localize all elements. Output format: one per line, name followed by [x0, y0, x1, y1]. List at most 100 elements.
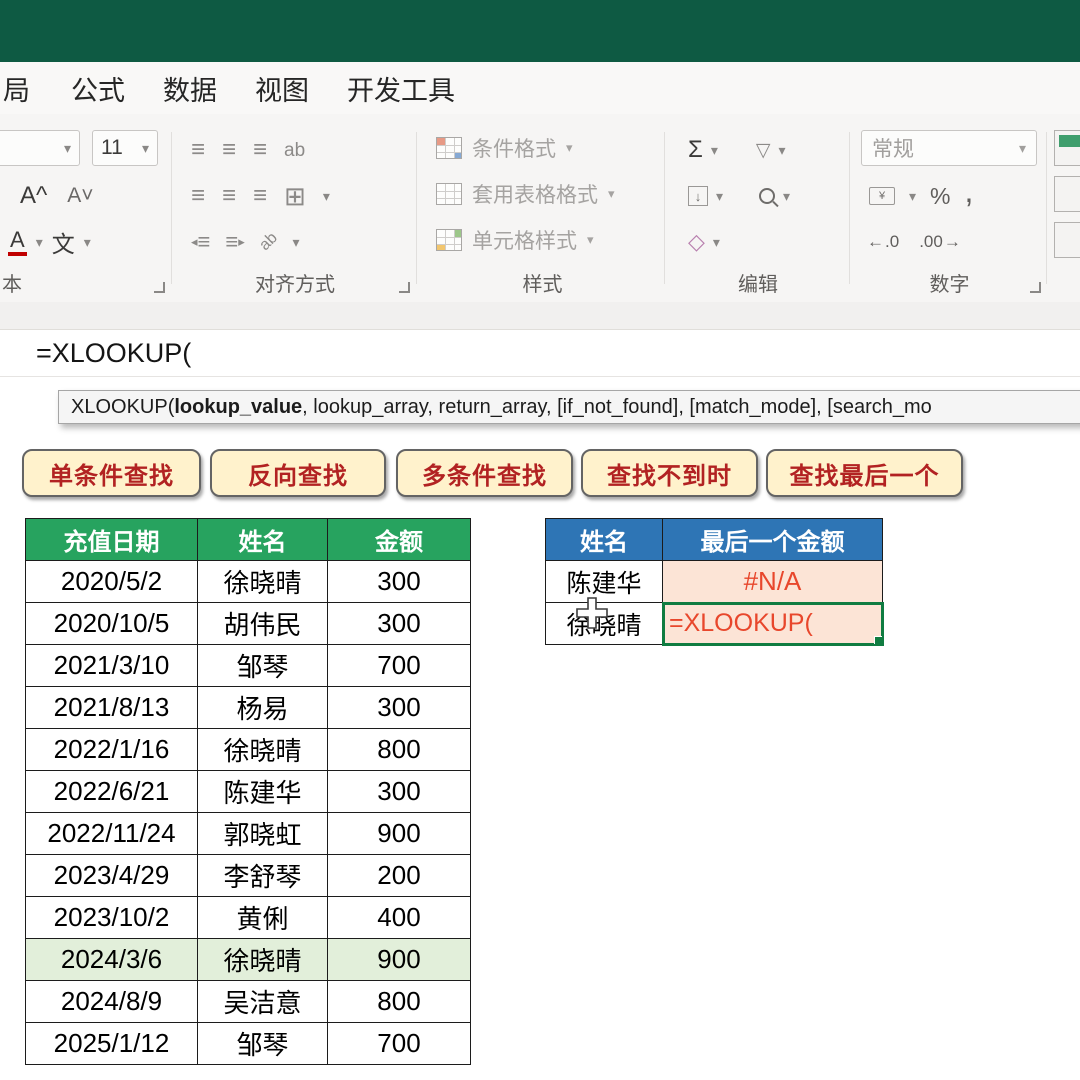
- cell-name[interactable]: 黄俐: [197, 896, 328, 939]
- cell-date[interactable]: 2025/1/12: [25, 1022, 198, 1065]
- clear-icon[interactable]: ◇: [688, 229, 705, 255]
- number-format-dropdown[interactable]: 常规 ▾: [861, 130, 1037, 166]
- button-reverse-lookup[interactable]: 反向查找: [210, 449, 386, 497]
- header-last-amount[interactable]: 最后一个金额: [662, 518, 883, 561]
- fill-down-icon[interactable]: ↓: [688, 186, 708, 206]
- font-size-dropdown[interactable]: 11 ▾: [92, 130, 158, 166]
- cell-date[interactable]: 2020/10/5: [25, 602, 198, 645]
- cell-formula-editing[interactable]: =XLOOKUP(: [661, 601, 884, 646]
- increase-font-size-icon[interactable]: A^: [20, 182, 47, 210]
- cell-date[interactable]: 2022/11/24: [25, 812, 198, 855]
- cell-name[interactable]: 陈建华: [545, 560, 663, 603]
- conditional-formatting-button[interactable]: 条件格式: [472, 133, 556, 163]
- cell-date[interactable]: 2022/1/16: [25, 728, 198, 771]
- align-middle-icon[interactable]: ≡: [222, 138, 236, 162]
- cell-name[interactable]: 郭晓虹: [197, 812, 328, 855]
- cell-amount[interactable]: 800: [327, 980, 471, 1023]
- chevron-down-icon: ▾: [1018, 140, 1026, 156]
- header-recharge-date[interactable]: 充值日期: [25, 518, 198, 561]
- header-amount[interactable]: 金额: [327, 518, 471, 561]
- tab-formulas[interactable]: 公式: [52, 69, 144, 108]
- insert-cells-icon[interactable]: [1054, 130, 1080, 166]
- table-row: 2023/4/29 李舒琴 200: [25, 854, 471, 897]
- cell-amount[interactable]: 800: [327, 728, 471, 771]
- cell-name[interactable]: 吴洁意: [197, 980, 328, 1023]
- cell-name[interactable]: 陈建华: [197, 770, 328, 813]
- cell-name[interactable]: 邹琴: [197, 644, 328, 687]
- cell-name[interactable]: 徐晓晴: [197, 938, 328, 981]
- format-as-table-button[interactable]: 套用表格格式: [472, 179, 598, 209]
- cell-date[interactable]: 2023/4/29: [25, 854, 198, 897]
- cell-name[interactable]: 徐晓晴: [197, 728, 328, 771]
- align-top-icon[interactable]: ≡: [191, 138, 205, 162]
- cell-date[interactable]: 2021/3/10: [25, 644, 198, 687]
- cell-amount[interactable]: 700: [327, 644, 471, 687]
- cell-name[interactable]: 杨易: [197, 686, 328, 729]
- autosum-icon[interactable]: Σ: [688, 136, 703, 164]
- comma-style-icon[interactable]: ,: [964, 175, 973, 207]
- accounting-format-icon[interactable]: ¥: [869, 187, 895, 205]
- percent-style-icon[interactable]: %: [930, 183, 950, 210]
- cell-name[interactable]: 徐晓晴: [197, 560, 328, 603]
- text-orientation-icon[interactable]: ab: [256, 229, 281, 254]
- cell-styles-button[interactable]: 单元格样式: [472, 225, 577, 255]
- cell-date[interactable]: 2022/6/21: [25, 770, 198, 813]
- align-left-icon[interactable]: ≡: [191, 184, 205, 208]
- button-find-last-one[interactable]: 查找最后一个: [766, 449, 963, 497]
- window-titlebar: [0, 0, 1080, 62]
- formula-bar[interactable]: =XLOOKUP(: [0, 330, 1080, 377]
- formula-bar-value[interactable]: =XLOOKUP(: [36, 338, 191, 369]
- ribbon-tab-row: 局 公式 数据 视图 开发工具: [0, 62, 1080, 114]
- align-bottom-icon[interactable]: ≡: [253, 138, 267, 162]
- sort-filter-icon[interactable]: ▽: [756, 139, 771, 162]
- decrease-decimal-icon[interactable]: .00 →: [919, 232, 961, 252]
- align-right-icon[interactable]: ≡: [253, 184, 267, 208]
- header-name[interactable]: 姓名: [197, 518, 328, 561]
- increase-indent-icon[interactable]: ≡ ▸: [225, 229, 244, 255]
- number-dialog-launcher-icon[interactable]: [1030, 282, 1041, 293]
- chevron-down-icon: ▾: [63, 140, 71, 156]
- increase-decimal-icon[interactable]: ← .0: [867, 232, 899, 252]
- decrease-indent-icon[interactable]: ◂ ≡: [191, 229, 210, 255]
- wrap-text-icon[interactable]: ab: [284, 141, 305, 160]
- cell-amount[interactable]: 900: [327, 938, 471, 981]
- cell-date[interactable]: 2020/5/2: [25, 560, 198, 603]
- font-name-dropdown[interactable]: ▾: [0, 130, 80, 166]
- tab-developer[interactable]: 开发工具: [328, 69, 474, 108]
- merge-cells-icon[interactable]: ⊞: [284, 183, 306, 209]
- cell-date[interactable]: 2024/8/9: [25, 980, 198, 1023]
- cell-amount[interactable]: 300: [327, 560, 471, 603]
- cell-amount[interactable]: 300: [327, 686, 471, 729]
- decrease-font-size-icon[interactable]: A˅: [67, 184, 93, 208]
- button-if-not-found[interactable]: 查找不到时: [581, 449, 758, 497]
- header-name[interactable]: 姓名: [545, 518, 663, 561]
- cell-amount[interactable]: 900: [327, 812, 471, 855]
- cell-name[interactable]: 邹琴: [197, 1022, 328, 1065]
- cell-name[interactable]: 徐晓晴: [545, 602, 663, 645]
- alignment-dialog-launcher-icon[interactable]: [399, 282, 410, 293]
- cell-date[interactable]: 2021/8/13: [25, 686, 198, 729]
- cell-date[interactable]: 2024/3/6: [25, 938, 198, 981]
- cell-name[interactable]: 胡伟民: [197, 602, 328, 645]
- cell-amount[interactable]: 700: [327, 1022, 471, 1065]
- format-cells-icon[interactable]: [1054, 222, 1080, 258]
- tab-view[interactable]: 视图: [236, 69, 328, 108]
- cell-amount[interactable]: 300: [327, 770, 471, 813]
- phonetic-guide-icon[interactable]: 文: [52, 225, 75, 259]
- table-header-row: 充值日期 姓名 金额: [25, 518, 471, 561]
- tab-page-layout-partial[interactable]: 局: [0, 69, 52, 108]
- cell-amount[interactable]: 300: [327, 602, 471, 645]
- tab-data[interactable]: 数据: [144, 69, 236, 108]
- cell-na-error[interactable]: #N/A: [662, 560, 883, 603]
- find-select-icon[interactable]: [759, 188, 776, 204]
- delete-cells-icon[interactable]: [1054, 176, 1080, 212]
- cell-name[interactable]: 李舒琴: [197, 854, 328, 897]
- font-color-icon[interactable]: A: [8, 228, 27, 256]
- font-dialog-launcher-icon[interactable]: [154, 282, 165, 293]
- cell-date[interactable]: 2023/10/2: [25, 896, 198, 939]
- button-single-condition-lookup[interactable]: 单条件查找: [22, 449, 201, 497]
- cell-amount[interactable]: 400: [327, 896, 471, 939]
- align-center-icon[interactable]: ≡: [222, 184, 236, 208]
- button-multi-condition-lookup[interactable]: 多条件查找: [396, 449, 573, 497]
- cell-amount[interactable]: 200: [327, 854, 471, 897]
